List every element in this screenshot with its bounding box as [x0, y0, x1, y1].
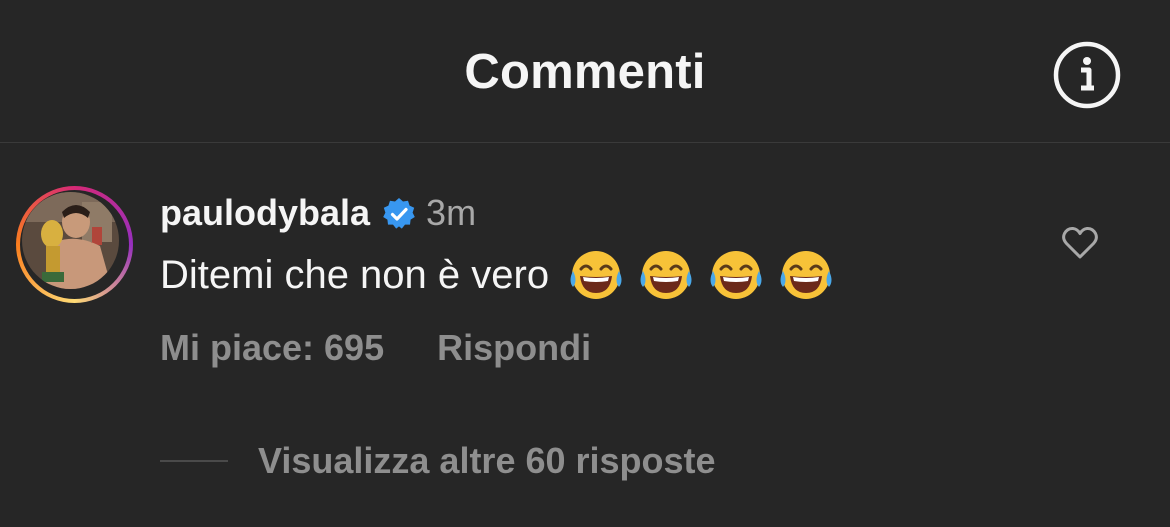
comment-text: Ditemi che non è vero: [160, 252, 550, 297]
replies-divider: [160, 460, 228, 462]
page-title: Commenti: [464, 45, 706, 99]
verified-badge-icon: [383, 198, 415, 229]
comment-time: 3m: [426, 192, 477, 233]
likes-count[interactable]: Mi piace: 695: [160, 327, 384, 369]
tears-of-joy-emoji: [710, 251, 762, 299]
reply-button[interactable]: Rispondi: [437, 327, 591, 369]
tears-of-joy-emoji: [640, 251, 692, 299]
emoji-group: [567, 247, 847, 303]
like-button[interactable]: [1060, 223, 1100, 263]
comment-item: paulodybala 3m Ditemi che non è vero Mi …: [0, 143, 1170, 527]
comment-header: paulodybala 3m: [160, 191, 476, 235]
comment-body: Ditemi che non è vero: [160, 247, 847, 303]
info-circle-icon: [1053, 41, 1121, 109]
view-replies-label: Visualizza altre 60 risposte: [258, 440, 716, 481]
username[interactable]: paulodybala: [160, 192, 370, 234]
tears-of-joy-emoji: [570, 251, 622, 299]
view-replies-button[interactable]: Visualizza altre 60 risposte: [160, 433, 716, 489]
comments-header: Commenti: [0, 0, 1170, 143]
heart-outline-icon: [1062, 226, 1098, 259]
avatar-image: [22, 192, 119, 289]
info-button[interactable]: [1052, 40, 1122, 110]
tears-of-joy-emoji: [780, 251, 832, 299]
avatar[interactable]: [16, 186, 133, 303]
comment-actions: Mi piace: 695 Rispondi: [160, 323, 591, 373]
